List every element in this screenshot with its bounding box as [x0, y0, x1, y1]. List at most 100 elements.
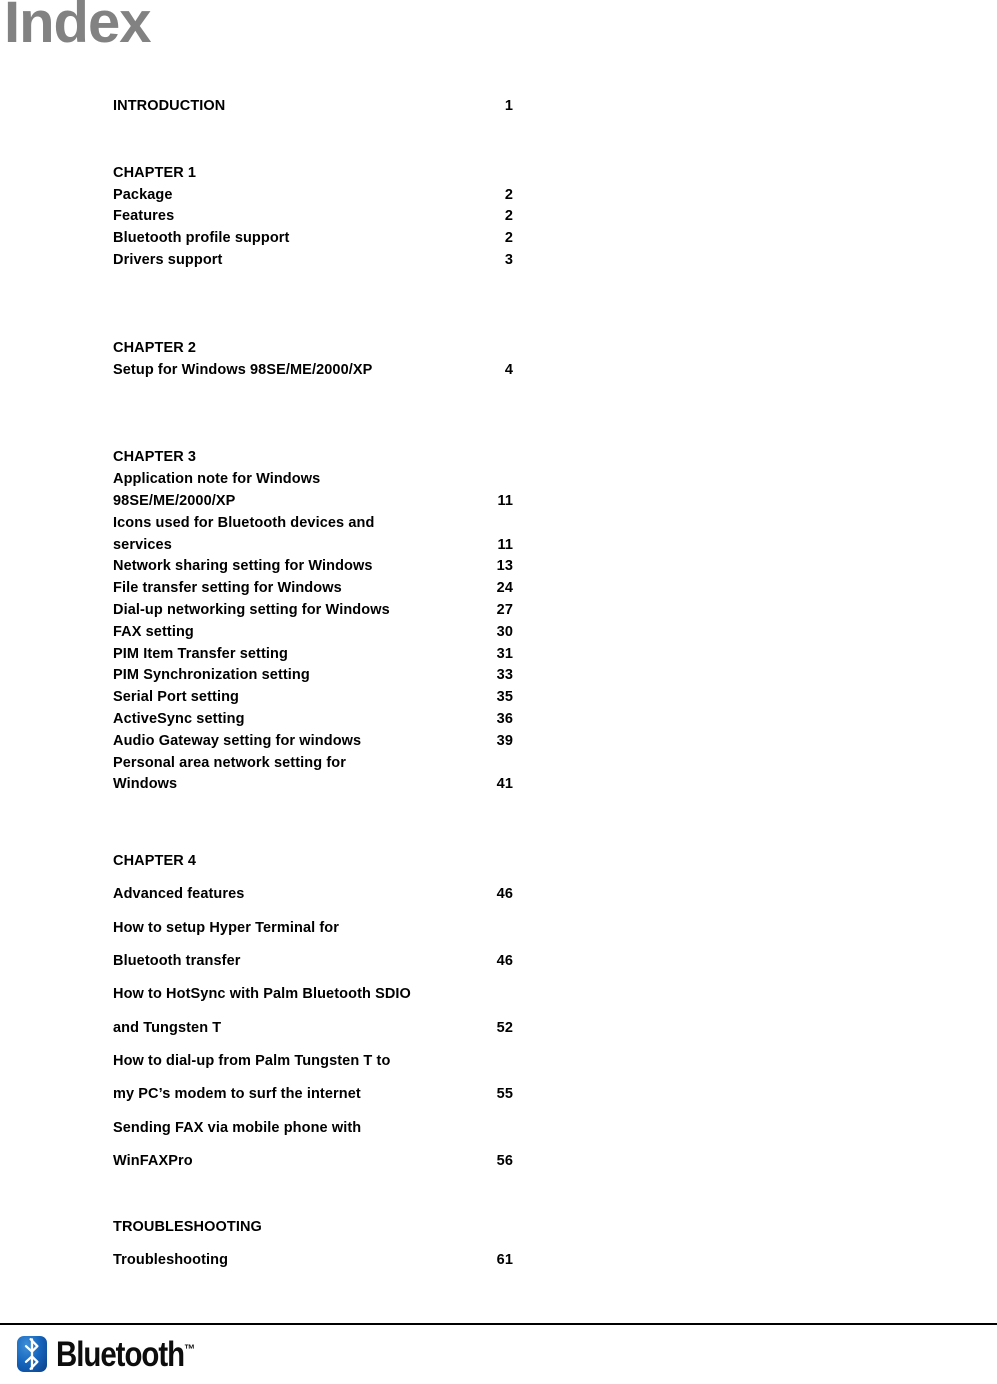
toc-entry-page-number: 35	[496, 689, 513, 706]
toc-entry-page-number: 4	[504, 361, 513, 378]
toc-entry[interactable]: Bluetooth profile support 2	[113, 228, 513, 250]
toc-entry[interactable]: CHAPTER 4	[113, 845, 513, 878]
toc-entry-label: INTRODUCTION	[113, 98, 226, 114]
toc-entry[interactable]: Advanced features 46	[113, 878, 513, 911]
toc-entry[interactable]: Network sharing setting for Windows 13	[113, 556, 513, 578]
toc-group-chapter-1: CHAPTER 1 Package 2 Features 2 Bluetooth prof…	[113, 163, 513, 272]
index-table-of-contents: INTRODUCTION 1 CHAPTER 1 Package 2 Features 2 B…	[113, 96, 513, 1278]
toc-entry[interactable]: Serial Port setting 35	[113, 687, 513, 709]
toc-entry-label: Features	[113, 208, 175, 225]
toc-entry[interactable]: How to HotSync with Palm Bluetooth SDIO	[113, 978, 513, 1011]
toc-entry-label: CHAPTER 4	[113, 853, 197, 870]
toc-entry[interactable]: Audio Gateway setting for windows 39	[113, 731, 513, 753]
toc-entry-page-number: 55	[496, 1086, 513, 1103]
toc-entry[interactable]: PIM Item Transfer setting 31	[113, 644, 513, 666]
toc-group-intro: INTRODUCTION 1	[113, 96, 513, 118]
toc-entry-page-number: 11	[497, 492, 513, 509]
toc-entry[interactable]: WinFAXPro 56	[113, 1145, 513, 1178]
toc-entry-page-number: 1	[504, 98, 513, 114]
toc-entry[interactable]: CHAPTER 2	[113, 338, 513, 360]
toc-entry[interactable]: Sending FAX via mobile phone with	[113, 1112, 513, 1145]
toc-entry-label: ActiveSync setting	[113, 710, 245, 727]
toc-entry[interactable]: FAX setting 30	[113, 622, 513, 644]
toc-entry[interactable]: Troubleshooting 61	[113, 1244, 513, 1277]
toc-entry-page-number: 36	[496, 710, 513, 727]
toc-entry-page-number: 46	[496, 953, 513, 970]
toc-entry-page-number: 11	[497, 536, 513, 553]
toc-entry[interactable]: CHAPTER 3	[113, 447, 513, 469]
toc-entry-label: How to setup Hyper Terminal for	[113, 919, 339, 936]
toc-entry-label: services	[113, 536, 172, 553]
toc-entry[interactable]: Personal area network setting for	[113, 753, 513, 775]
toc-entry[interactable]: Setup for Windows 98SE/ME/2000/XP 4	[113, 360, 513, 382]
toc-entry[interactable]: Dial-up networking setting for Windows 27	[113, 600, 513, 622]
toc-entry-label: How to dial-up from Palm Tungsten T to	[113, 1052, 391, 1069]
toc-entry[interactable]: How to setup Hyper Terminal for	[113, 912, 513, 945]
bluetooth-rune-icon	[17, 1336, 47, 1372]
toc-entry[interactable]: 98SE/ME/2000/XP 11	[113, 491, 513, 513]
toc-entry-page-number: 46	[496, 886, 513, 903]
toc-entry-label: and Tungsten T	[113, 1019, 222, 1036]
toc-entry-label: CHAPTER 2	[113, 339, 197, 356]
toc-entry-label: my PC’s modem to surf the internet	[113, 1086, 361, 1103]
toc-entry-page-number: 2	[504, 208, 513, 225]
toc-entry-page-number: 27	[496, 601, 513, 618]
toc-entry-label: Dial-up networking setting for Windows	[113, 601, 390, 618]
toc-entry-label: Bluetooth profile support	[113, 230, 290, 247]
toc-entry[interactable]: Package 2	[113, 185, 513, 207]
bluetooth-wordmark: Bluetooth™	[56, 1337, 195, 1372]
toc-entry-page-number: 41	[496, 776, 513, 793]
toc-entry[interactable]: Windows 41	[113, 774, 513, 796]
toc-entry[interactable]: Application note for Windows	[113, 469, 513, 491]
toc-entry-label: Package	[113, 186, 173, 203]
toc-entry[interactable]: Drivers support 3	[113, 250, 513, 272]
toc-entry[interactable]: PIM Synchronization setting 33	[113, 665, 513, 687]
toc-group-chapter-4: CHAPTER 4 Advanced features 46 How to setup…	[113, 845, 513, 1178]
page-title: Index	[4, 0, 151, 55]
toc-entry-label: PIM Synchronization setting	[113, 667, 310, 684]
toc-entry-label: Audio Gateway setting for windows	[113, 732, 362, 749]
toc-entry[interactable]: my PC’s modem to surf the internet 55	[113, 1078, 513, 1111]
toc-entry[interactable]: INTRODUCTION 1	[113, 96, 513, 118]
toc-entry-label: CHAPTER 1	[113, 164, 197, 181]
toc-entry[interactable]: TROUBLESHOOTING	[113, 1211, 513, 1244]
toc-entry-label: Advanced features	[113, 886, 245, 903]
toc-entry[interactable]: Bluetooth transfer 46	[113, 945, 513, 978]
toc-entry-label: 98SE/ME/2000/XP	[113, 492, 236, 509]
footer-divider	[0, 1323, 997, 1325]
toc-entry-page-number: 61	[496, 1252, 513, 1269]
toc-entry[interactable]: How to dial-up from Palm Tungsten T to	[113, 1045, 513, 1078]
toc-entry-label: TROUBLESHOOTING	[113, 1219, 262, 1236]
toc-entry-label: Setup for Windows 98SE/ME/2000/XP	[113, 361, 373, 378]
toc-group-chapter-2: CHAPTER 2 Setup for Windows 98SE/ME/2000/…	[113, 338, 513, 382]
toc-entry-label: Drivers support	[113, 251, 223, 268]
toc-entry-page-number: 2	[504, 186, 513, 203]
toc-entry[interactable]: Features 2	[113, 206, 513, 228]
toc-group-troubleshooting: TROUBLESHOOTING Troubleshooting 61	[113, 1211, 513, 1278]
trademark-symbol: ™	[184, 1340, 196, 1356]
toc-entry-label: Troubleshooting	[113, 1252, 229, 1269]
toc-entry[interactable]: File transfer setting for Windows 24	[113, 578, 513, 600]
toc-entry-page-number: 52	[496, 1019, 513, 1036]
toc-entry-label: Serial Port setting	[113, 689, 239, 706]
toc-group-chapter-3: CHAPTER 3 Application note for Windows 98S…	[113, 447, 513, 796]
toc-entry-label: WinFAXPro	[113, 1152, 193, 1169]
toc-entry-label: Network sharing setting for Windows	[113, 558, 373, 575]
toc-entry[interactable]: services 11	[113, 535, 513, 557]
bluetooth-wordmark-text: Bluetooth	[56, 1334, 185, 1374]
toc-entry-label: Sending FAX via mobile phone with	[113, 1119, 362, 1136]
toc-entry-label: PIM Item Transfer setting	[113, 645, 288, 662]
toc-entry[interactable]: and Tungsten T 52	[113, 1012, 513, 1045]
toc-entry-page-number: 24	[496, 580, 513, 597]
toc-entry[interactable]: Icons used for Bluetooth devices and	[113, 513, 513, 535]
toc-entry-label: Personal area network setting for	[113, 754, 346, 771]
toc-entry-page-number: 39	[496, 732, 513, 749]
toc-entry[interactable]: ActiveSync setting 36	[113, 709, 513, 731]
toc-entry-label: FAX setting	[113, 623, 194, 640]
toc-entry-page-number: 31	[496, 645, 513, 662]
toc-entry[interactable]: CHAPTER 1	[113, 163, 513, 185]
toc-entry-label: CHAPTER 3	[113, 449, 197, 466]
bluetooth-logo: Bluetooth™	[17, 1336, 222, 1372]
toc-entry-label: How to HotSync with Palm Bluetooth SDIO	[113, 986, 411, 1003]
toc-entry-label: Windows	[113, 776, 178, 793]
